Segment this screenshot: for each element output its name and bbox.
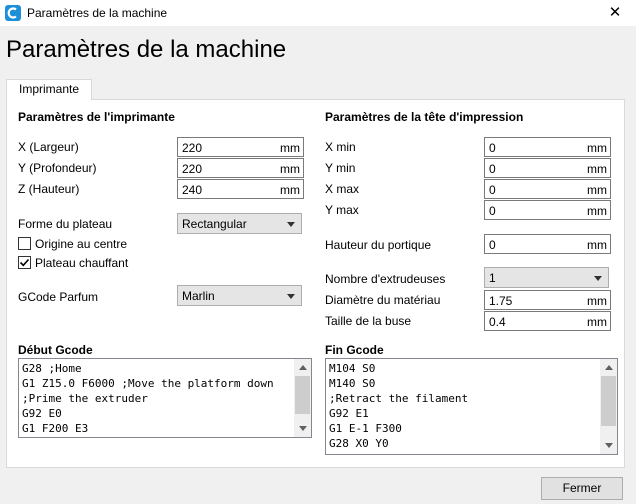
- y-max-field[interactable]: 0 mm: [484, 200, 611, 220]
- scrollbar-thumb[interactable]: [295, 376, 310, 414]
- extruder-count-select[interactable]: 1: [484, 267, 609, 288]
- scroll-up-icon[interactable]: [294, 359, 311, 376]
- window-title: Paramètres de la machine: [27, 6, 168, 20]
- nozzle-size-label: Taille de la buse: [325, 314, 412, 328]
- depth-field[interactable]: 220 mm: [177, 158, 304, 178]
- heated-bed-label: Plateau chauffant: [35, 256, 129, 270]
- extruder-count-value: 1: [489, 271, 496, 285]
- material-diameter-unit: mm: [587, 294, 607, 308]
- code-line: G1 Z15.0 F6000 ;Move the platform down: [22, 377, 274, 390]
- material-diameter-field[interactable]: 1.75 mm: [484, 290, 611, 310]
- x-max-unit: mm: [587, 183, 607, 197]
- close-icon[interactable]: ✕: [600, 2, 630, 24]
- gantry-height-label: Hauteur du portique: [325, 238, 432, 252]
- gcode-flavor-value: Marlin: [182, 289, 215, 303]
- y-max-value: 0: [489, 204, 496, 218]
- chevron-down-icon: [594, 276, 602, 281]
- close-button[interactable]: Fermer: [541, 477, 623, 500]
- code-line: M140 S0: [329, 377, 376, 390]
- scroll-down-icon[interactable]: [294, 420, 311, 437]
- checkmark-icon: [19, 258, 30, 267]
- width-field[interactable]: 220 mm: [177, 137, 304, 157]
- x-max-field[interactable]: 0 mm: [484, 179, 611, 199]
- code-line: G1 F200 E3: [22, 422, 89, 435]
- scrollbar-thumb[interactable]: [601, 376, 616, 426]
- y-max-label: Y max: [325, 203, 359, 217]
- end-gcode-heading: Fin Gcode: [325, 343, 384, 357]
- code-line: G28 X0 Y0: [329, 437, 389, 450]
- x-min-field[interactable]: 0 mm: [484, 137, 611, 157]
- chevron-down-icon: [287, 294, 295, 299]
- code-line: ;Retract the filament: [329, 392, 469, 405]
- x-min-value: 0: [489, 141, 496, 155]
- y-min-field[interactable]: 0 mm: [484, 158, 611, 178]
- nozzle-size-value: 0.4: [489, 315, 506, 329]
- start-gcode-editor[interactable]: G28 ;Home G1 Z15.0 F6000 ;Move the platf…: [18, 358, 312, 438]
- heated-bed-checkbox[interactable]: [18, 256, 31, 269]
- page-title: Paramètres de la machine: [6, 36, 287, 63]
- scroll-down-icon[interactable]: [600, 437, 617, 454]
- depth-label: Y (Profondeur): [18, 161, 97, 175]
- build-plate-select[interactable]: Rectangular: [177, 213, 302, 234]
- nozzle-size-field[interactable]: 0.4 mm: [484, 311, 611, 331]
- height-unit: mm: [280, 183, 300, 197]
- code-line: M104 S0: [329, 362, 376, 375]
- end-gcode-editor[interactable]: M104 S0 M140 S0 ;Retract the filament G9…: [325, 358, 618, 455]
- start-gcode-heading: Début Gcode: [18, 343, 93, 357]
- material-diameter-value: 1.75: [489, 294, 513, 308]
- printer-settings-heading: Paramètres de l'imprimante: [18, 110, 175, 124]
- x-max-value: 0: [489, 183, 496, 197]
- extruder-count-label: Nombre d'extrudeuses: [325, 272, 446, 286]
- origin-center-checkbox[interactable]: [18, 237, 31, 250]
- scroll-up-icon[interactable]: [600, 359, 617, 376]
- tab-printer[interactable]: Imprimante: [6, 79, 92, 100]
- width-unit: mm: [280, 141, 300, 155]
- nozzle-size-unit: mm: [587, 315, 607, 329]
- code-line: G92 E0: [22, 407, 62, 420]
- height-field[interactable]: 240 mm: [177, 179, 304, 199]
- y-min-label: Y min: [325, 161, 356, 175]
- y-max-unit: mm: [587, 204, 607, 218]
- height-value: 240: [182, 183, 203, 197]
- y-min-unit: mm: [587, 162, 607, 176]
- x-max-label: X max: [325, 182, 360, 196]
- gcode-flavor-label: GCode Parfum: [18, 290, 99, 304]
- origin-center-label: Origine au centre: [35, 237, 128, 251]
- code-line: G28 ;Home: [22, 362, 82, 375]
- height-label: Z (Hauteur): [18, 182, 80, 196]
- end-gcode-scrollbar[interactable]: [600, 359, 617, 454]
- gantry-height-field[interactable]: 0 mm: [484, 234, 611, 254]
- printhead-settings-heading: Paramètres de la tête d'impression: [325, 110, 524, 124]
- gantry-height-value: 0: [489, 238, 496, 252]
- width-label: X (Largeur): [18, 140, 79, 154]
- x-min-unit: mm: [587, 141, 607, 155]
- build-plate-label: Forme du plateau: [18, 217, 113, 231]
- code-line: G1 E-1 F300: [329, 422, 402, 435]
- x-min-label: X min: [325, 140, 356, 154]
- gcode-flavor-select[interactable]: Marlin: [177, 285, 302, 306]
- y-min-value: 0: [489, 162, 496, 176]
- start-gcode-scrollbar[interactable]: [294, 359, 311, 437]
- title-bar: Paramètres de la machine ✕: [0, 0, 636, 26]
- code-line: ;Prime the extruder: [22, 392, 148, 405]
- cura-logo-icon: [5, 5, 21, 21]
- material-diameter-label: Diamètre du matériau: [325, 293, 441, 307]
- gantry-height-unit: mm: [587, 238, 607, 252]
- depth-value: 220: [182, 162, 203, 176]
- width-value: 220: [182, 141, 203, 155]
- code-line: G92 E1: [329, 407, 369, 420]
- printer-settings-panel: Paramètres de l'imprimante X (Largeur) 2…: [6, 99, 625, 468]
- chevron-down-icon: [287, 222, 295, 227]
- depth-unit: mm: [280, 162, 300, 176]
- build-plate-value: Rectangular: [182, 217, 247, 231]
